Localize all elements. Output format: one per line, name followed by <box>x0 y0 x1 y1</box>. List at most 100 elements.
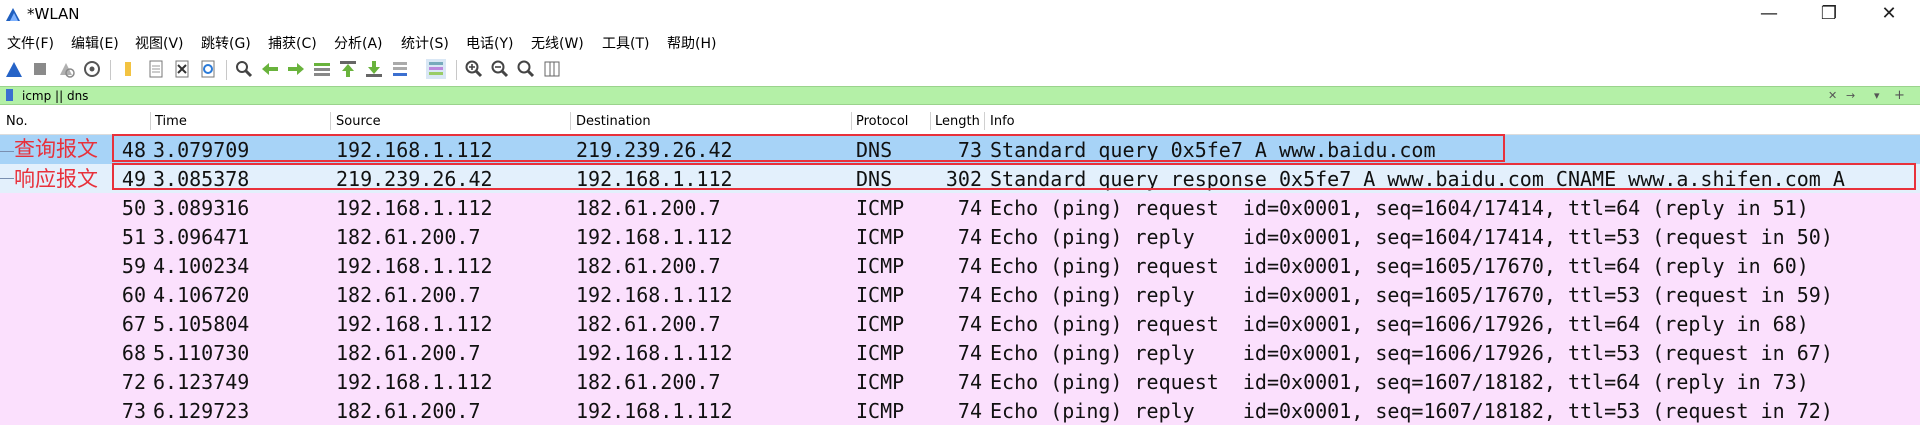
zoom-out-icon[interactable] <box>490 59 510 79</box>
column-header-info[interactable]: Info <box>990 114 1015 129</box>
packet-row[interactable]: 68 5.110730 182.61.200.7 192.168.1.112 ICMP 7… <box>0 338 1920 367</box>
packet-list-header: No. Time Source Destination Protocol Len… <box>0 108 1920 135</box>
cell-no: 67 <box>121 312 146 336</box>
cell-time: 5.110730 <box>153 341 250 365</box>
forward-arrow-icon[interactable] <box>286 59 306 79</box>
cell-length: 74 <box>957 225 982 249</box>
menu-tools[interactable]: 工具(T) <box>602 33 649 53</box>
packet-row[interactable]: 59 4.100234 192.168.1.112 182.61.200.7 ICMP 7… <box>0 251 1920 280</box>
menu-go[interactable]: 跳转(G) <box>201 33 251 53</box>
cell-protocol: ICMP <box>856 254 905 278</box>
resize-columns-icon[interactable] <box>542 59 562 79</box>
zoom-in-icon[interactable] <box>464 59 484 79</box>
maximize-button[interactable]: ❐ <box>1806 2 1852 26</box>
cell-source: 182.61.200.7 <box>336 225 481 249</box>
last-packet-icon[interactable] <box>364 59 384 79</box>
menu-bar: 文件(F) 编辑(E) 视图(V) 跳转(G) 捕获(C) 分析(A) 统计(S… <box>0 30 1920 54</box>
packet-row[interactable]: 51 3.096471 182.61.200.7 192.168.1.112 ICMP 7… <box>0 222 1920 251</box>
cell-protocol: ICMP <box>856 196 905 220</box>
packet-row[interactable]: 50 3.089316 192.168.1.112 182.61.200.7 ICMP 7… <box>0 193 1920 222</box>
cell-info: Echo (ping) reply id=0x0001, seq=1605/17… <box>990 283 1833 307</box>
cell-no: 60 <box>121 283 146 307</box>
cell-info: Echo (ping) reply id=0x0001, seq=1604/17… <box>990 225 1833 249</box>
menu-wireless[interactable]: 无线(W) <box>531 33 584 53</box>
cell-source: 192.168.1.112 <box>336 196 493 220</box>
menu-capture[interactable]: 捕获(C) <box>268 33 317 53</box>
display-filter-input[interactable] <box>22 88 1822 104</box>
cell-destination: 182.61.200.7 <box>576 312 721 336</box>
title-bar: *WLAN — ❐ ✕ <box>0 0 1920 28</box>
cell-no: 50 <box>121 196 146 220</box>
cell-destination: 182.61.200.7 <box>576 196 721 220</box>
cell-length: 74 <box>957 399 982 423</box>
cell-length: 74 <box>957 341 982 365</box>
capture-options-gear-icon[interactable] <box>82 59 102 79</box>
reload-icon[interactable] <box>198 59 218 79</box>
menu-view[interactable]: 视图(V) <box>135 33 184 53</box>
menu-analyze[interactable]: 分析(A) <box>334 33 383 53</box>
menu-statistics[interactable]: 统计(S) <box>401 33 449 53</box>
close-file-icon[interactable] <box>172 59 192 79</box>
packet-row[interactable]: 73 6.129723 182.61.200.7 192.168.1.112 ICMP 7… <box>0 396 1920 425</box>
cell-destination: 192.168.1.112 <box>576 225 733 249</box>
goto-packet-icon[interactable] <box>312 59 332 79</box>
wireshark-fin-icon <box>6 8 20 21</box>
packet-row[interactable]: 72 6.123749 192.168.1.112 182.61.200.7 ICMP 7… <box>0 367 1920 396</box>
menu-edit[interactable]: 编辑(E) <box>71 33 119 53</box>
minimize-button[interactable]: — <box>1746 2 1792 26</box>
menu-telephony[interactable]: 电话(Y) <box>466 33 513 53</box>
column-header-no[interactable]: No. <box>6 114 28 129</box>
normal-size-icon[interactable] <box>516 59 536 79</box>
stop-square-icon[interactable] <box>30 59 50 79</box>
shark-fin-start-icon[interactable] <box>4 59 24 79</box>
column-header-source[interactable]: Source <box>336 114 381 129</box>
column-header-protocol[interactable]: Protocol <box>856 114 908 129</box>
close-button[interactable]: ✕ <box>1866 2 1912 26</box>
cell-source: 192.168.1.112 <box>336 254 493 278</box>
cell-protocol: ICMP <box>856 225 905 249</box>
cell-length: 74 <box>957 196 982 220</box>
file-icon[interactable] <box>146 59 166 79</box>
cell-length: 74 <box>957 283 982 307</box>
cell-length: 74 <box>957 254 982 278</box>
menu-help[interactable]: 帮助(H) <box>667 33 716 53</box>
cell-source: 182.61.200.7 <box>336 399 481 423</box>
column-header-destination[interactable]: Destination <box>576 114 651 129</box>
filter-apply-button[interactable]: → <box>1846 89 1855 103</box>
first-packet-icon[interactable] <box>338 59 358 79</box>
autoscroll-icon[interactable] <box>390 59 410 79</box>
cell-time: 5.105804 <box>153 312 250 336</box>
cell-destination: 192.168.1.112 <box>576 341 733 365</box>
restart-icon[interactable] <box>56 59 76 79</box>
cell-protocol: ICMP <box>856 312 905 336</box>
cell-no: 73 <box>121 399 146 423</box>
menu-file[interactable]: 文件(F) <box>7 33 54 53</box>
packet-row[interactable]: 67 5.105804 192.168.1.112 182.61.200.7 ICMP 7… <box>0 309 1920 338</box>
cell-length: 74 <box>957 370 982 394</box>
column-header-length[interactable]: Length <box>935 114 979 129</box>
column-header-time[interactable]: Time <box>155 114 187 129</box>
filter-bookmark-icon[interactable] <box>6 89 13 101</box>
open-file-icon[interactable] <box>118 59 138 79</box>
cell-source: 192.168.1.112 <box>336 370 493 394</box>
response-annotation-label: 响应报文 <box>14 167 98 191</box>
response-pointer-line <box>0 178 14 179</box>
main-toolbar <box>0 57 1920 85</box>
filter-dropdown-button[interactable]: ▾ <box>1874 89 1880 103</box>
cell-time: 6.129723 <box>153 399 250 423</box>
filter-add-button[interactable]: + <box>1894 89 1905 103</box>
find-magnifier-icon[interactable] <box>234 59 254 79</box>
colorize-icon[interactable] <box>426 59 446 79</box>
cell-time: 3.096471 <box>153 225 250 249</box>
cell-info: Echo (ping) reply id=0x0001, seq=1606/17… <box>990 341 1833 365</box>
packet-row[interactable]: 60 4.106720 182.61.200.7 192.168.1.112 ICMP 7… <box>0 280 1920 309</box>
cell-destination: 192.168.1.112 <box>576 283 733 307</box>
cell-no: 68 <box>121 341 146 365</box>
window-title: *WLAN <box>27 5 80 23</box>
cell-protocol: ICMP <box>856 283 905 307</box>
cell-info: Echo (ping) request id=0x0001, seq=1606/… <box>990 312 1809 336</box>
cell-destination: 182.61.200.7 <box>576 370 721 394</box>
back-arrow-icon[interactable] <box>260 59 280 79</box>
cell-no: 72 <box>121 370 146 394</box>
filter-clear-button[interactable]: ✕ <box>1828 89 1837 103</box>
